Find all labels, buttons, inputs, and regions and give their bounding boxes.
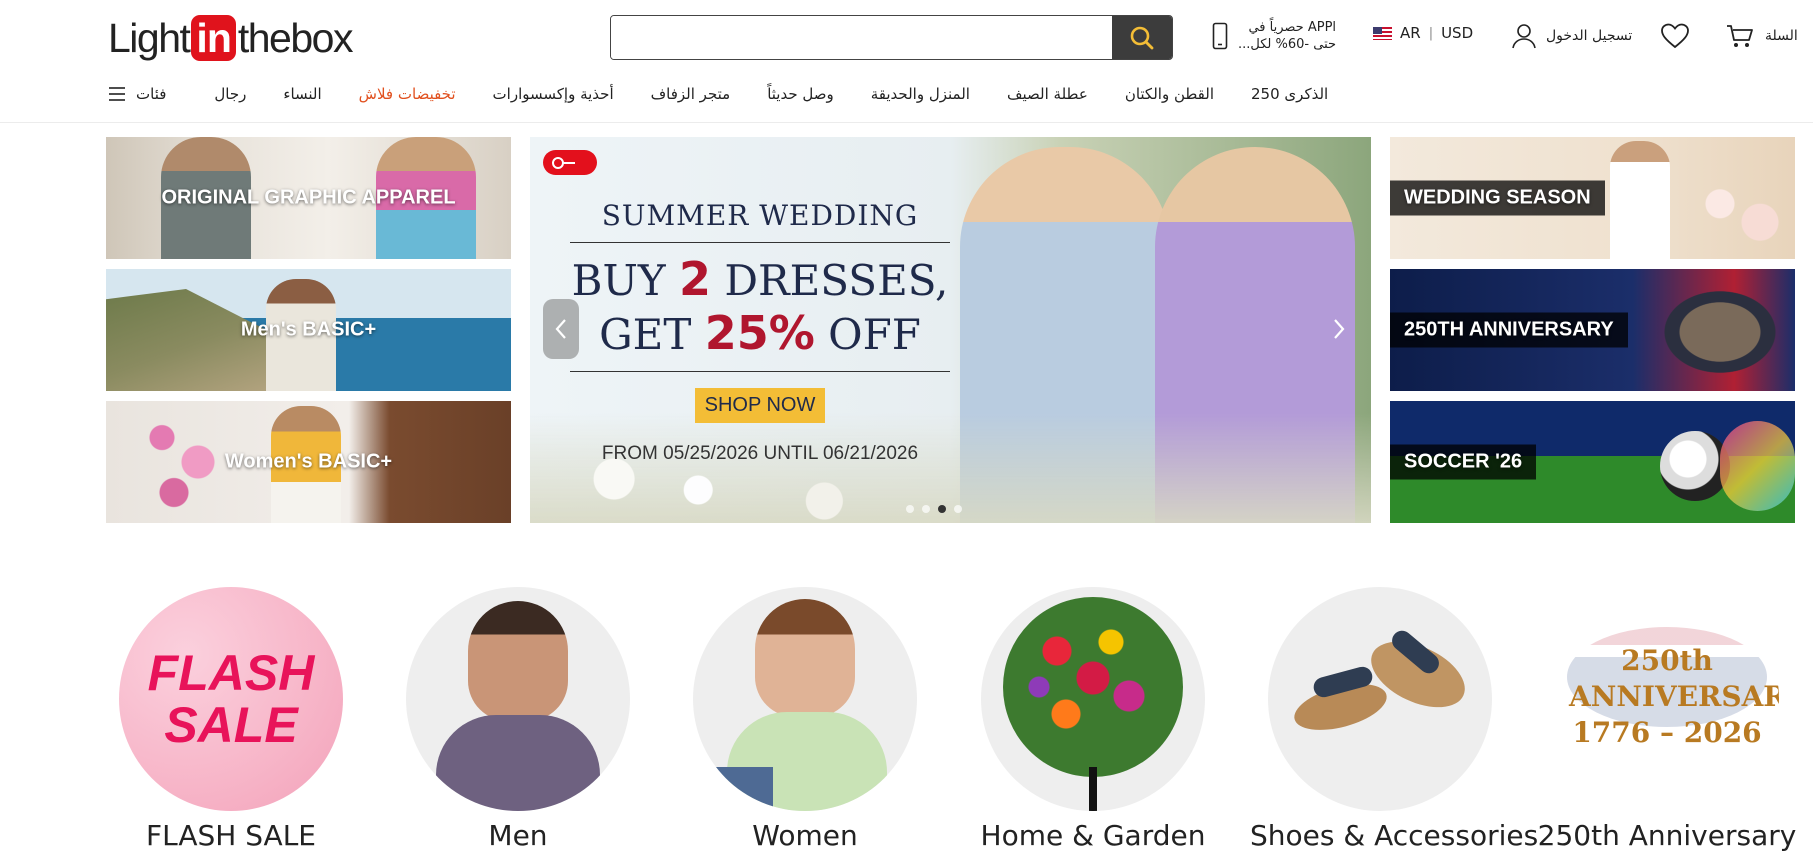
main-nav: فئات رجال النساء تخفيضات فلاش أحذية وإكس… [108,82,1365,106]
language-label: AR [1400,24,1421,42]
banner-mens-basic[interactable]: Men's BASIC+ [106,269,511,391]
category-shoes-accessories-image [1268,587,1492,811]
banner-250th-anniversary-label: 250TH ANNIVERSARY [1390,312,1628,348]
banner-wedding-season-label: WEDDING SEASON [1390,180,1605,216]
banner-soccer-26-label: SOCCER '26 [1390,444,1537,480]
nav-item-wedding-shop[interactable]: متجر الزفاف [651,85,731,103]
site-header: Light in thebox APPl حصرياً في حتى -60% لك… [0,0,1813,123]
nav-item-flash-sale[interactable]: تخفيضات فلاش [359,85,456,103]
category-flash-sale[interactable]: FLASH SALE FLASH SALE [101,587,361,852]
categories-menu[interactable]: فئات [108,85,166,103]
hero-offer-line1: BUY 2 DRESSES, [560,253,960,307]
cart-button[interactable]: السلة [1725,22,1798,50]
category-name: FLASH SALE [146,819,316,852]
nav-item-cotton-linen[interactable]: القطن والكتان [1125,85,1214,103]
divider: | [1428,25,1434,41]
category-name: Home & Garden [980,819,1206,852]
hero-get-pre: GET [599,310,705,359]
logo[interactable]: Light in thebox [108,14,354,62]
cart-label: السلة [1765,28,1798,44]
category-250th-anniversary-image: 250th ANNIVERSARY 1776 – 2026 [1555,587,1779,811]
hero-copy: SUMMER WEDDING BUY 2 DRESSES, GET 25% OF… [560,199,960,465]
carousel-dot[interactable] [954,505,962,513]
search-bar [610,15,1173,60]
hero-title: SUMMER WEDDING [601,199,919,232]
shop-now-button[interactable]: SHOP NOW [694,388,826,423]
app-promo-line1: APPl حصرياً في [1248,20,1337,35]
language-currency-selector[interactable]: AR | USD [1373,24,1473,42]
carousel-dot[interactable] [906,505,914,513]
banner-womens-basic-label: Women's BASIC+ [224,450,393,473]
nav-item-home-garden[interactable]: المنزل والحديقة [871,85,970,103]
hero-get-post: OFF [814,310,921,359]
hero-get-num: 25% [704,306,815,360]
search-button[interactable] [1112,16,1172,59]
nav-item-new-arrivals[interactable]: وصل حديثاً [767,85,834,103]
banner-250th-anniversary[interactable]: 250TH ANNIVERSARY [1390,269,1795,391]
banner-mens-basic-label: Men's BASIC+ [240,318,377,341]
category-name: 250th Anniversary [1537,819,1797,852]
category-women-image [693,587,917,811]
category-250th-anniversary[interactable]: 250th ANNIVERSARY 1776 – 2026 250th Anni… [1537,587,1797,852]
promo-badge [543,150,597,175]
heart-icon [1661,23,1689,49]
category-name: Men [488,819,548,852]
category-name: Women [752,819,858,852]
banner-soccer-26[interactable]: SOCCER '26 [1390,401,1795,523]
carousel-prev-button[interactable] [543,299,579,359]
currency-label: USD [1441,24,1474,42]
hero-buy-num: 2 [678,252,711,306]
logo-text-right: thebox [237,14,354,61]
banner-graphic-apparel-label: ORIGINAL GRAPHIC APPAREL [161,186,456,209]
hero-buy-post: DRESSES, [710,256,949,305]
category-men-image [406,587,630,811]
category-women[interactable]: Women [675,587,935,852]
logo-text-left: Light [108,14,191,61]
hero-buy-pre: BUY [571,256,679,305]
login-label: تسجيل الدخول [1546,28,1633,44]
category-flash-sale-image: FLASH SALE [119,587,343,811]
category-home-garden[interactable]: Home & Garden [963,587,1223,852]
chevron-right-icon [1334,319,1345,339]
user-icon [1512,24,1536,49]
nav-item-250th-anniversary[interactable]: الذكرى 250 [1251,85,1328,103]
nav-item-summer-holiday[interactable]: عطلة الصيف [1007,85,1088,103]
nav-item-men[interactable]: رجال [214,85,246,103]
hero-rule-bottom [570,371,950,372]
app-promo[interactable]: APPl حصرياً في حتى -60% لكل... [1212,16,1336,56]
banner-womens-basic[interactable]: Women's BASIC+ [106,401,511,523]
anniversary-art-text: 250th ANNIVERSARY 1776 – 2026 [1569,644,1779,749]
carousel-dot-active[interactable] [938,505,946,513]
us-flag-icon [1373,26,1392,40]
banner-graphic-apparel[interactable]: ORIGINAL GRAPHIC APPAREL [106,137,511,259]
cart-icon [1727,25,1753,47]
phone-icon [1212,22,1228,50]
category-men[interactable]: Men [388,587,648,852]
categories-label: فئات [136,85,167,103]
search-input[interactable] [611,16,1112,59]
hero-offer-line2: GET 25% OFF [560,307,960,361]
hero-carousel[interactable]: SUMMER WEDDING BUY 2 DRESSES, GET 25% OF… [530,137,1371,523]
category-home-garden-image [981,587,1205,811]
category-name: Shoes & Accessories [1250,819,1539,852]
search-icon [1130,26,1154,49]
logo-text-box: in [191,15,236,61]
tag-icon [552,156,575,169]
carousel-dots [906,505,962,513]
banner-wedding-season[interactable]: WEDDING SEASON [1390,137,1795,259]
category-shoes-accessories[interactable]: Shoes & Accessories [1250,587,1539,852]
carousel-next-button[interactable] [1321,299,1357,359]
app-promo-line2: حتى -60% لكل... [1238,37,1337,52]
flash-sale-art-text: FLASH SALE [147,645,315,753]
hamburger-icon [109,87,125,101]
hero-dates: FROM 05/25/2026 UNTIL 06/21/2026 [601,443,919,464]
login-link[interactable]: تسجيل الدخول [1510,22,1632,50]
chevron-left-icon [555,319,566,339]
wishlist-button[interactable] [1660,22,1690,54]
carousel-dot[interactable] [922,505,930,513]
hero-rule-top [570,242,950,243]
nav-item-women[interactable]: النساء [283,85,321,103]
nav-item-shoes-accessories[interactable]: أحذية وإكسسوارات [493,85,614,103]
